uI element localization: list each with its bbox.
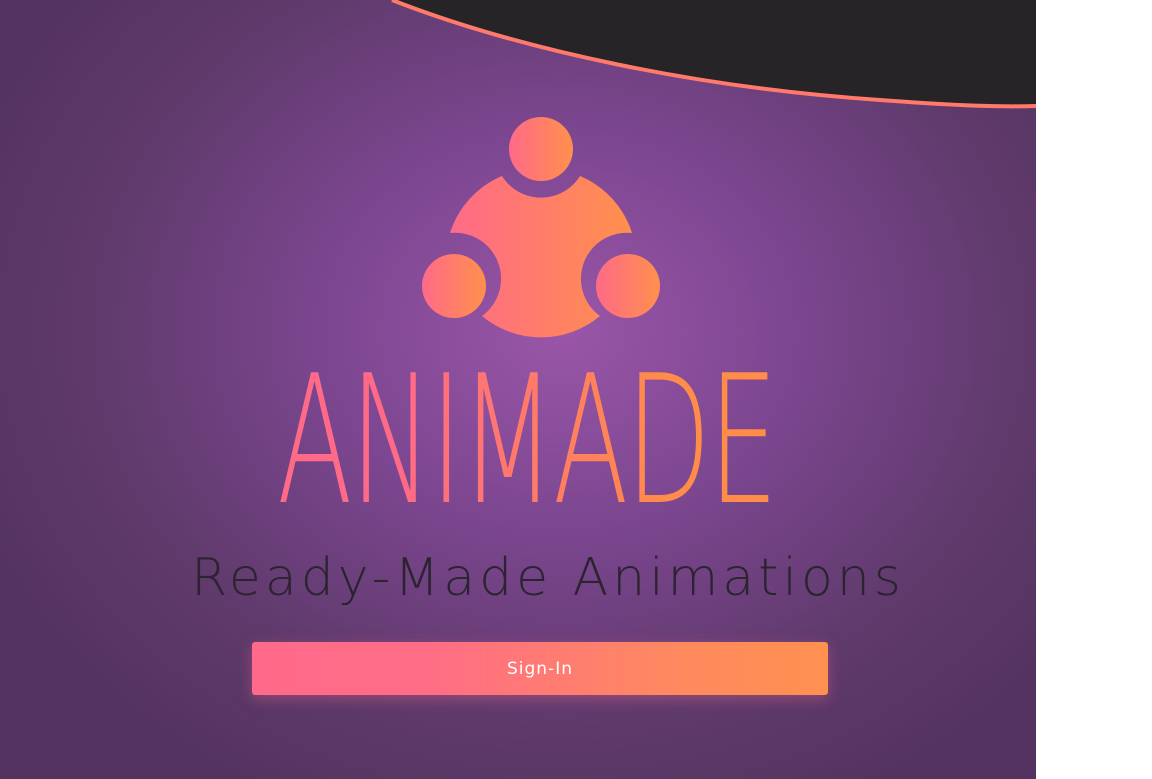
landing-screen: ANIMADE Ready-Made Animations Sign-In bbox=[0, 0, 1036, 779]
sign-in-button[interactable]: Sign-In bbox=[252, 642, 828, 695]
brand-title: ANIMADE bbox=[205, 352, 847, 530]
tagline: Ready-Made Animations bbox=[191, 548, 905, 608]
header-wave bbox=[391, 0, 1036, 109]
community-logo-icon bbox=[422, 117, 660, 338]
